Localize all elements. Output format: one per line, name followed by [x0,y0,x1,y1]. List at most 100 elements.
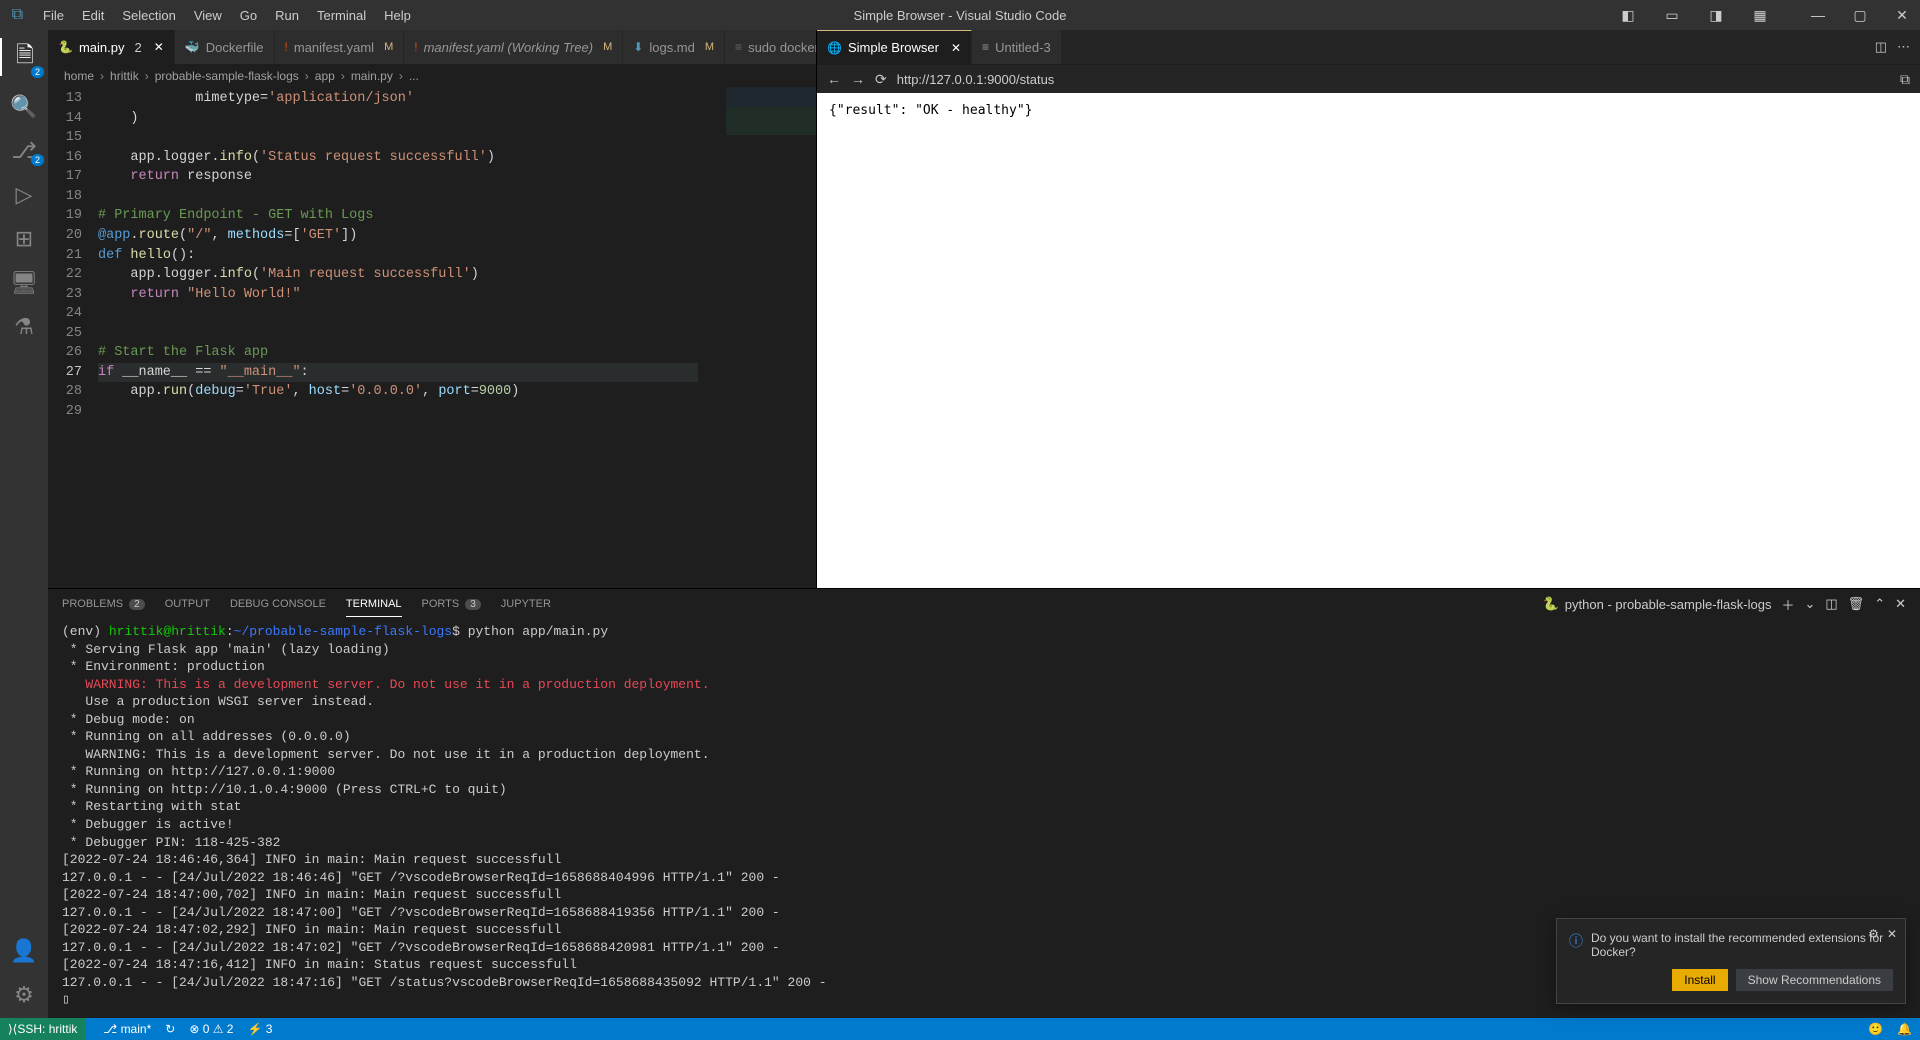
terminal-picker[interactable]: 🐍 python - probable-sample-flask-logs [1543,596,1772,612]
remote-indicator[interactable]: ⟩⟨ SSH: hrittik [0,1018,85,1040]
notification-close-icon[interactable]: ✕ [1887,927,1897,941]
tab-simple-browser[interactable]: 🌐Simple Browser✕ [817,30,972,64]
panel-tab-terminal[interactable]: Terminal [346,598,402,617]
tab-manifest-yaml[interactable]: !manifest.yamlM [275,30,405,64]
terminal-name: python - probable-sample-flask-logs [1565,597,1772,612]
activity-bar: 🗎2 🔍 ⎇2 ▷ ⊞ 🖥 ⚗ 👤 ⚙ [0,30,48,1018]
menu-bar: FileEditSelectionViewGoRunTerminalHelp [35,4,419,27]
browser-url[interactable]: http://127.0.0.1:9000/status [897,72,1055,87]
breadcrumb-segment[interactable]: main.py [351,69,393,83]
browser-back-icon[interactable]: ← [827,71,841,87]
file-icon: 🐳 [185,40,200,54]
notifications-icon[interactable]: 🔔 [1897,1022,1912,1036]
activity-settings[interactable]: ⚙ [0,982,48,1008]
split-editor-icon[interactable]: ◫ [1875,39,1887,55]
panel-tab-jupyter[interactable]: Jupyter [501,598,551,610]
activity-accounts[interactable]: 👤 [0,938,48,964]
breadcrumb-segment[interactable]: app [315,69,335,83]
panel-tab-problems[interactable]: Problems2 [62,598,145,610]
menu-edit[interactable]: Edit [74,4,112,27]
install-button[interactable]: Install [1672,969,1727,991]
menu-view[interactable]: View [186,4,230,27]
window-maximize-icon[interactable]: ▢ [1842,7,1878,24]
menu-run[interactable]: Run [267,4,307,27]
minimap[interactable] [726,87,816,167]
activity-extensions[interactable]: ⊞ [0,226,48,252]
layout-toggle-left-icon[interactable]: ◧ [1610,7,1646,24]
menu-help[interactable]: Help [376,4,419,27]
show-recommendations-button[interactable]: Show Recommendations [1736,969,1893,991]
breadcrumb-segment[interactable]: home [64,69,94,83]
title-bar: ⧉ FileEditSelectionViewGoRunTerminalHelp… [0,0,1920,30]
branch-indicator[interactable]: ⎇ main* [103,1022,151,1036]
simple-browser-pane: 🌐Simple Browser✕≡Untitled-3 ◫ ⋯ ← → ⟳ ht… [816,30,1920,588]
kill-terminal-icon[interactable]: 🗑 [1848,596,1865,612]
file-icon: 🌐 [827,41,842,55]
problems-indicator[interactable]: ⊗ 0 ⚠ 2 [189,1022,233,1036]
file-icon: ! [285,40,288,54]
code-content[interactable]: mimetype='application/json' ) app.logger… [98,87,698,588]
close-tab-icon[interactable]: ✕ [951,41,961,55]
menu-go[interactable]: Go [232,4,265,27]
panel-tab-debug-console[interactable]: Debug Console [230,598,326,610]
file-icon: ! [414,40,417,54]
tab-untitled-3[interactable]: ≡Untitled-3 [972,30,1062,64]
open-external-icon[interactable]: ⧉ [1900,71,1910,88]
python-icon: 🐍 [1543,596,1559,612]
layout-toggle-right-icon[interactable]: ◨ [1698,7,1734,24]
panel-tab-ports[interactable]: Ports3 [422,598,481,610]
maximize-panel-icon[interactable]: ⌃ [1874,596,1885,612]
tab-logs-md[interactable]: ⬇logs.mdM [623,30,725,64]
panel: Problems2 Output Debug Console Terminal Port… [48,588,1920,1018]
menu-file[interactable]: File [35,4,72,27]
tab-dockerfile[interactable]: 🐳Dockerfile [175,30,275,64]
activity-remote-explorer[interactable]: 🖥 [0,270,48,296]
vscode-icon: ⧉ [0,6,35,24]
activity-search[interactable]: 🔍 [0,94,48,120]
file-icon: ⬇ [633,40,643,54]
panel-tab-output[interactable]: Output [165,598,210,610]
tab-manifest-yaml-working-tree-[interactable]: !manifest.yaml (Working Tree)M [404,30,623,64]
activity-explorer[interactable]: 🗎2 [0,38,48,76]
browser-reload-icon[interactable]: ⟳ [875,71,887,88]
window-title: Simple Browser - Visual Studio Code [854,8,1067,23]
new-terminal-icon[interactable]: ＋ [1781,595,1794,614]
ports-indicator[interactable]: ⚡ 3 [247,1022,272,1036]
split-terminal-icon[interactable]: ◫ [1825,596,1837,612]
terminal-dropdown-icon[interactable]: ⌄ [1804,596,1815,612]
more-actions-icon[interactable]: ⋯ [1897,39,1910,55]
menu-terminal[interactable]: Terminal [309,4,374,27]
activity-source-control[interactable]: ⎇2 [0,138,48,164]
close-tab-icon[interactable]: ✕ [154,40,164,54]
breadcrumb-segment[interactable]: ... [409,69,419,83]
close-panel-icon[interactable]: ✕ [1895,596,1906,612]
layout-customize-icon[interactable]: ▦ [1742,7,1778,24]
activity-testing[interactable]: ⚗ [0,314,48,340]
line-gutter: 1314151617181920212223242526272829 [48,87,98,588]
file-icon: ≡ [982,40,989,54]
window-minimize-icon[interactable]: — [1800,7,1836,23]
editor-tabs: 🐍main.py2✕🐳Dockerfile!manifest.yamlM!man… [48,30,816,65]
notification-toast: ⚙ ✕ ⓘ Do you want to install the recomme… [1556,918,1906,1004]
sync-indicator[interactable]: ↻ [165,1022,175,1036]
browser-tabs: 🌐Simple Browser✕≡Untitled-3 ◫ ⋯ [817,30,1920,65]
breadcrumb-segment[interactable]: probable-sample-flask-logs [155,69,299,83]
window-close-icon[interactable]: ✕ [1884,7,1920,24]
window-controls: ◧ ▭ ◨ ▦ — ▢ ✕ [1610,7,1920,24]
browser-content: {"result": "OK - healthy"} [817,93,1920,588]
activity-run-debug[interactable]: ▷ [0,182,48,208]
breadcrumbs[interactable]: home›hrittik›probable-sample-flask-logs›… [48,65,816,87]
feedback-icon[interactable]: 🙂 [1868,1022,1883,1036]
status-bar: ⟩⟨ SSH: hrittik ⎇ main* ↻ ⊗ 0 ⚠ 2 ⚡ 3 🙂 … [0,1018,1920,1040]
notification-gear-icon[interactable]: ⚙ [1868,927,1879,941]
breadcrumb-segment[interactable]: hrittik [110,69,139,83]
code-editor[interactable]: 1314151617181920212223242526272829 mimet… [48,87,816,588]
notification-text: Do you want to install the recommended e… [1591,931,1893,959]
menu-selection[interactable]: Selection [114,4,183,27]
info-icon: ⓘ [1569,931,1583,951]
file-icon: ≡ [735,40,742,54]
layout-toggle-bottom-icon[interactable]: ▭ [1654,7,1690,24]
tab-main-py[interactable]: 🐍main.py2✕ [48,30,175,64]
panel-tabs: Problems2 Output Debug Console Terminal Port… [48,589,1920,619]
browser-forward-icon[interactable]: → [851,71,865,87]
